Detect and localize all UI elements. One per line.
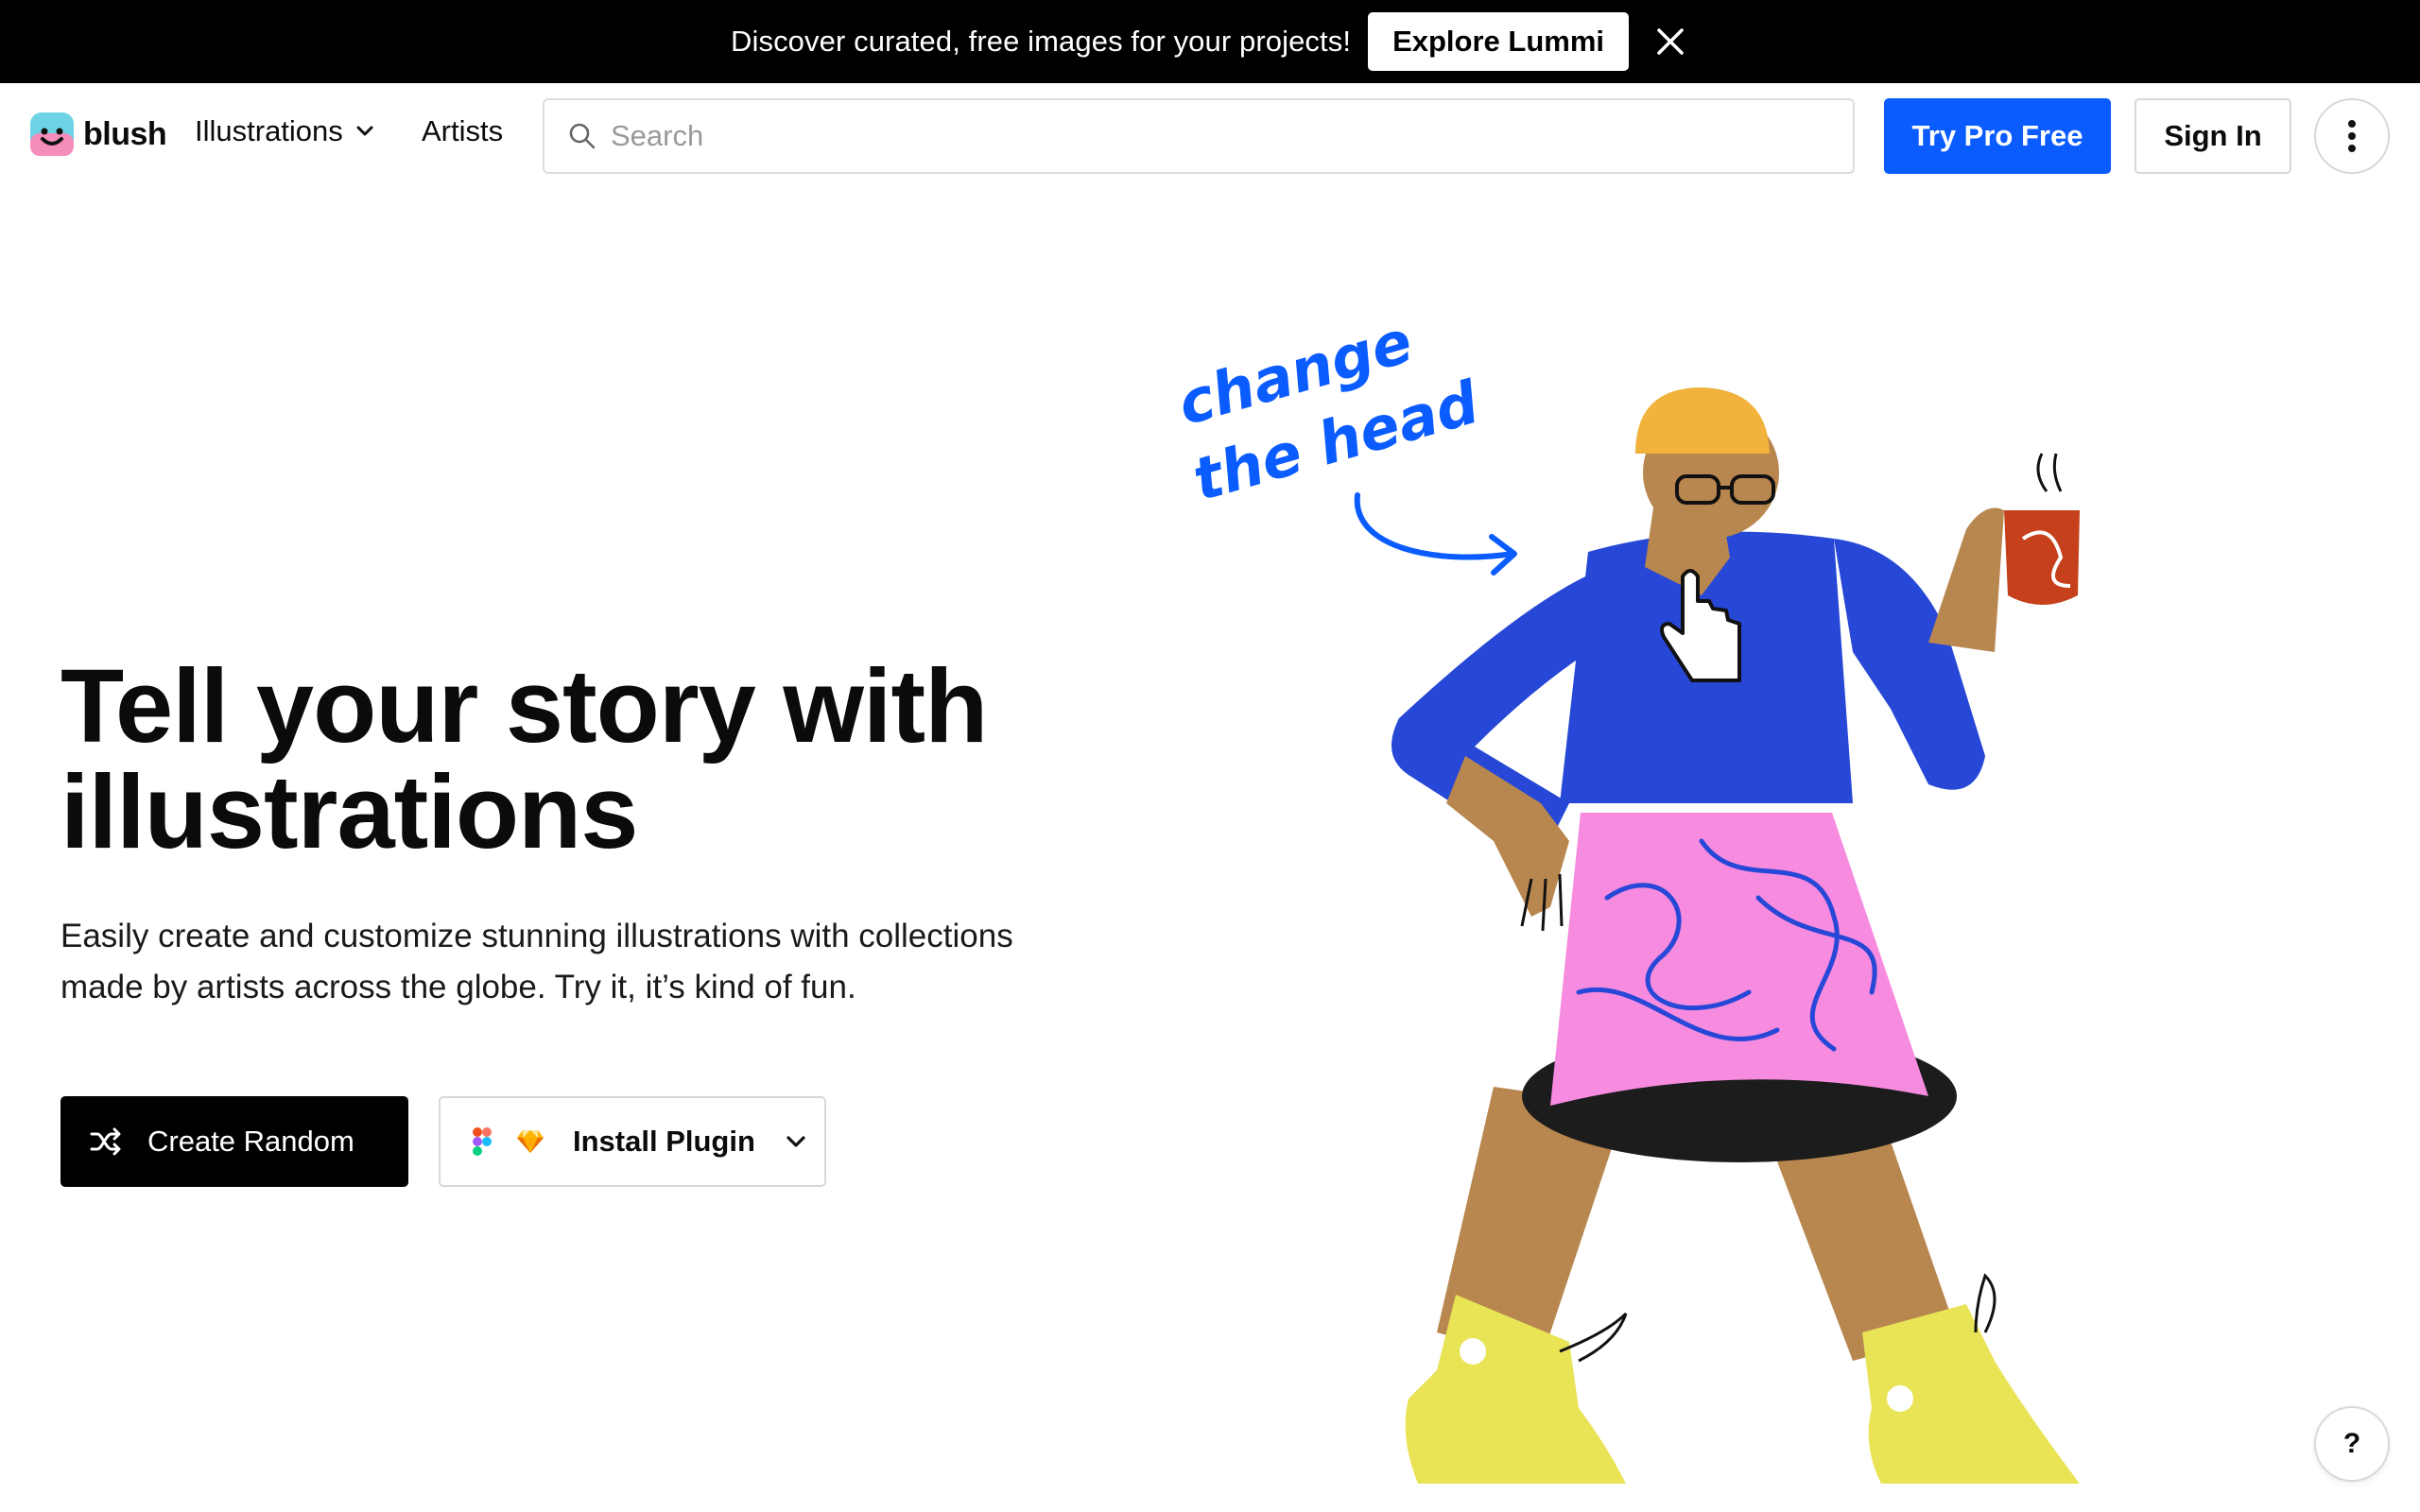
create-random-label: Create Random: [147, 1125, 354, 1158]
install-plugin-dropdown[interactable]: Install Plugin: [439, 1096, 826, 1187]
nav-illustrations-label: Illustrations: [195, 114, 343, 147]
mug: [2004, 510, 2080, 605]
blush-logo[interactable]: blush: [28, 111, 167, 158]
announcement-bar: Discover curated, free images for your p…: [0, 0, 2420, 83]
figma-icon: [473, 1127, 492, 1156]
hero-title: Tell your story with illustrations: [60, 648, 988, 870]
search-bar[interactable]: [543, 98, 1855, 174]
site-header: blush Illustrations Artists Try Pro Free…: [0, 83, 2420, 187]
chevron-down-icon: [356, 126, 373, 136]
nav-illustrations-dropdown[interactable]: Illustrations: [195, 114, 379, 148]
chevron-down-icon: [782, 1127, 810, 1156]
help-button[interactable]: ?: [2314, 1406, 2390, 1482]
install-plugin-label: Install Plugin: [573, 1125, 755, 1158]
sketch-icon: [517, 1130, 544, 1153]
more-options-button[interactable]: [2314, 98, 2390, 174]
hat: [1635, 387, 1770, 454]
search-input[interactable]: [611, 119, 1840, 153]
announcement-text: Discover curated, free images for your p…: [731, 25, 1352, 58]
logo-text: blush: [83, 115, 167, 152]
create-random-button[interactable]: Create Random: [60, 1096, 408, 1187]
explore-lummi-button[interactable]: Explore Lummi: [1368, 12, 1629, 71]
shuffle-icon: [90, 1127, 121, 1156]
more-vertical-icon: [2348, 120, 2356, 152]
try-pro-free-button[interactable]: Try Pro Free: [1884, 98, 2111, 174]
hero-subtitle: Easily create and customize stunning ill…: [60, 918, 1013, 1005]
shoe-left: [1405, 1295, 1626, 1484]
blush-logo-icon: [30, 112, 74, 156]
annotation-arrow: [1354, 492, 1515, 560]
sign-in-button[interactable]: Sign In: [2135, 98, 2291, 174]
close-icon[interactable]: [1651, 23, 1689, 60]
nav-artists-label: Artists: [422, 114, 504, 147]
search-icon: [567, 120, 599, 152]
nav-artists-link[interactable]: Artists: [422, 114, 503, 148]
hero-illustration: change the head: [1172, 312, 2080, 1484]
